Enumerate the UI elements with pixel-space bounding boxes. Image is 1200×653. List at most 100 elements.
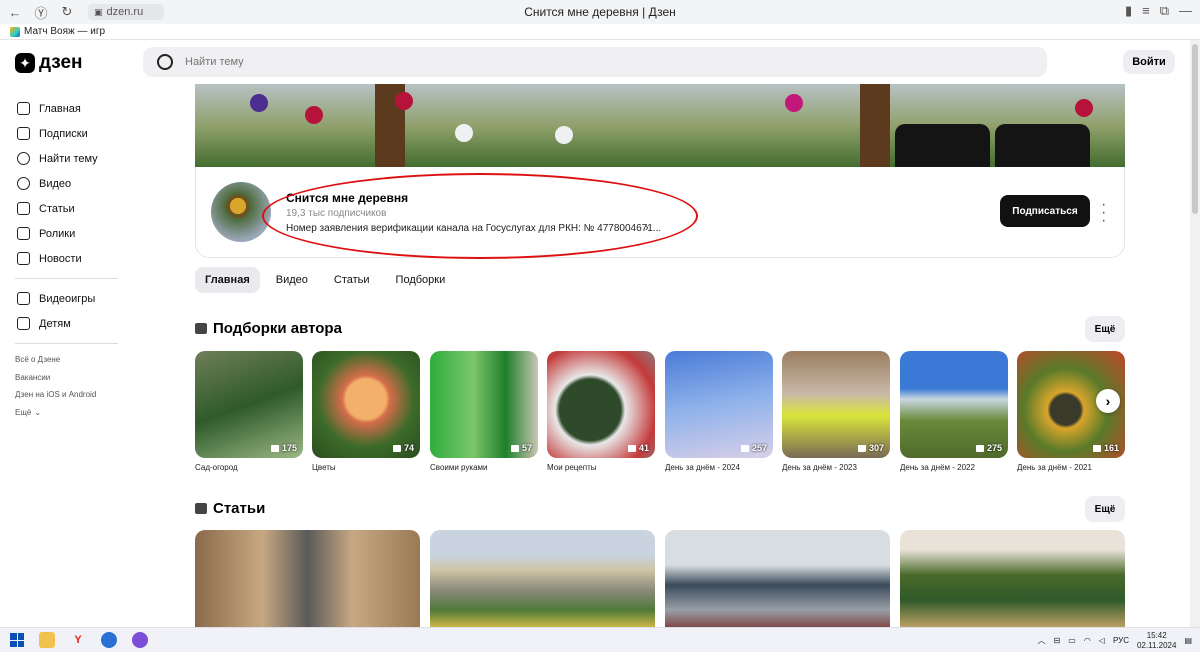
tab-video[interactable]: Видео bbox=[266, 267, 318, 293]
more-options-icon[interactable]: · · · bbox=[1101, 197, 1106, 229]
chevron-up-icon[interactable]: ︿ bbox=[1038, 635, 1046, 646]
collection-card[interactable]: 74 Цветы bbox=[312, 351, 420, 472]
bookmarks-bar: Матч Вояж — игр bbox=[0, 24, 1200, 40]
cover-flower bbox=[305, 106, 323, 124]
collection-card[interactable]: 57 Своими руками bbox=[430, 351, 538, 472]
windows-taskbar: Y ︿ ⊟ ▭ ◠ ◁ РУС 15:42 02.11.2024 ▤ bbox=[0, 627, 1200, 652]
page-scrollbar[interactable] bbox=[1190, 40, 1200, 627]
carousel-next-button[interactable]: › bbox=[1096, 389, 1120, 413]
yandex-browser-icon[interactable]: Y bbox=[70, 632, 86, 648]
collection-count: 41 bbox=[627, 443, 649, 453]
collection-card[interactable]: 41 Мои рецепты bbox=[547, 351, 655, 472]
stack-icon bbox=[740, 444, 749, 452]
collection-card[interactable]: 175 Сад-огород bbox=[195, 351, 303, 472]
tabs-icon[interactable]: ⧉ bbox=[1160, 3, 1169, 19]
channel-avatar[interactable] bbox=[211, 182, 271, 242]
collection-label: Цветы bbox=[312, 463, 336, 472]
chevron-right-icon[interactable]: › bbox=[645, 222, 649, 234]
notifications-icon[interactable]: ▤ bbox=[1184, 636, 1192, 645]
address-bar[interactable]: ▣ dzen.ru bbox=[88, 4, 164, 20]
viber-icon[interactable] bbox=[132, 632, 148, 648]
tab-collections[interactable]: Подборки bbox=[386, 267, 456, 293]
sidebar-item-news[interactable]: Новости bbox=[0, 246, 130, 271]
collection-count: 74 bbox=[392, 443, 414, 453]
cover-pot bbox=[895, 124, 990, 169]
clock-date: 02.11.2024 bbox=[1136, 640, 1177, 650]
bookmark-item[interactable]: Матч Вояж — игр bbox=[24, 26, 105, 37]
browser-toolbar: ← Ⓨ ↻ ▣ dzen.ru Снится мне деревня | Дзе… bbox=[0, 0, 1200, 24]
collection-count: 307 bbox=[857, 443, 884, 453]
collection-card[interactable]: 275 День за днём - 2022 bbox=[900, 351, 1008, 472]
news-icon bbox=[17, 252, 30, 265]
stack-icon bbox=[510, 444, 519, 452]
sidebar-divider bbox=[15, 343, 118, 344]
articles-icon bbox=[195, 503, 207, 514]
collection-count: 275 bbox=[975, 443, 1002, 453]
dzen-logo-icon: ✦ bbox=[15, 53, 35, 73]
yandex-icon[interactable]: Ⓨ bbox=[30, 1, 52, 23]
collection-label: Своими руками bbox=[430, 463, 488, 472]
sidebar-item-articles[interactable]: Статьи bbox=[0, 196, 130, 221]
wifi-icon[interactable]: ◠ bbox=[1084, 636, 1091, 645]
browser-tab-title: Снится мне деревня | Дзен bbox=[524, 5, 676, 19]
search-input[interactable] bbox=[185, 56, 485, 68]
site-header: ✦ дзен Войти bbox=[0, 40, 1190, 84]
scroll-thumb[interactable] bbox=[1192, 44, 1198, 214]
article-card[interactable] bbox=[430, 530, 655, 630]
network-icon[interactable]: ⊟ bbox=[1054, 636, 1061, 645]
sidebar-item-shorts[interactable]: Ролики bbox=[0, 221, 130, 246]
windows-start-icon[interactable] bbox=[10, 633, 24, 647]
app-icon[interactable] bbox=[101, 632, 117, 648]
reload-icon[interactable]: ↻ bbox=[56, 1, 78, 23]
sidebar-item-video[interactable]: Видео bbox=[0, 171, 130, 196]
channel-description[interactable]: Номер заявления верификации канала на Го… bbox=[286, 223, 661, 234]
clock[interactable]: 15:42 02.11.2024 bbox=[1137, 631, 1176, 651]
article-card[interactable] bbox=[665, 530, 890, 630]
stack-icon bbox=[1092, 444, 1101, 452]
tab-articles[interactable]: Статьи bbox=[324, 267, 380, 293]
menu-icon[interactable]: ≡ bbox=[1142, 3, 1150, 19]
language-indicator[interactable]: РУС bbox=[1113, 636, 1129, 645]
sidebar-divider bbox=[15, 278, 118, 279]
lock-icon: ▣ bbox=[94, 6, 103, 17]
cover-flower bbox=[555, 126, 573, 144]
collection-card[interactable]: 257 День за днём - 2024 bbox=[665, 351, 773, 472]
subscribe-button[interactable]: Подписаться bbox=[1000, 195, 1090, 227]
bookmark-icon[interactable]: ▮ bbox=[1125, 3, 1132, 19]
dzen-logo[interactable]: ✦ дзен bbox=[15, 52, 83, 74]
collection-image: 257 bbox=[665, 351, 773, 458]
sidebar-item-games[interactable]: Видеоигры bbox=[0, 286, 130, 311]
login-button[interactable]: Войти bbox=[1123, 50, 1175, 74]
video-icon bbox=[17, 177, 30, 190]
channel-title: Снится мне деревня bbox=[286, 191, 409, 205]
minimize-icon[interactable]: — bbox=[1179, 3, 1192, 19]
footer-link-about[interactable]: Всё о Дзене bbox=[0, 351, 130, 369]
footer-link-jobs[interactable]: Вакансии bbox=[0, 369, 130, 387]
sidebar-item-home[interactable]: Главная bbox=[0, 96, 130, 121]
collection-label: День за днём - 2021 bbox=[1017, 463, 1092, 472]
search-box[interactable] bbox=[143, 47, 1047, 77]
collections-more-button[interactable]: Ещё bbox=[1085, 316, 1125, 342]
explorer-icon[interactable] bbox=[39, 632, 55, 648]
footer-link-more[interactable]: Ещё ⌄ bbox=[0, 404, 130, 422]
sidebar-item-subscriptions[interactable]: Подписки bbox=[0, 121, 130, 146]
cover-pot bbox=[995, 124, 1090, 169]
cover-flower bbox=[395, 92, 413, 110]
collection-card[interactable]: 307 День за днём - 2023 bbox=[782, 351, 890, 472]
sidebar-item-explore[interactable]: Найти тему bbox=[0, 146, 130, 171]
volume-icon[interactable]: ◁ bbox=[1099, 636, 1105, 645]
collection-count: 161 bbox=[1092, 443, 1119, 453]
collection-label: День за днём - 2023 bbox=[782, 463, 857, 472]
article-card[interactable] bbox=[195, 530, 420, 630]
battery-icon[interactable]: ▭ bbox=[1068, 636, 1076, 645]
cover-flower bbox=[785, 94, 803, 112]
back-icon[interactable]: ← bbox=[4, 1, 26, 23]
article-card[interactable] bbox=[900, 530, 1125, 630]
cover-flower bbox=[455, 124, 473, 142]
tab-home[interactable]: Главная bbox=[195, 267, 260, 293]
articles-more-button[interactable]: Ещё bbox=[1085, 496, 1125, 522]
footer-link-apps[interactable]: Дзен на iOS и Android bbox=[0, 386, 130, 404]
sidebar-item-kids[interactable]: Детям bbox=[0, 311, 130, 336]
cover-flower bbox=[250, 94, 268, 112]
subscriptions-icon bbox=[17, 127, 30, 140]
